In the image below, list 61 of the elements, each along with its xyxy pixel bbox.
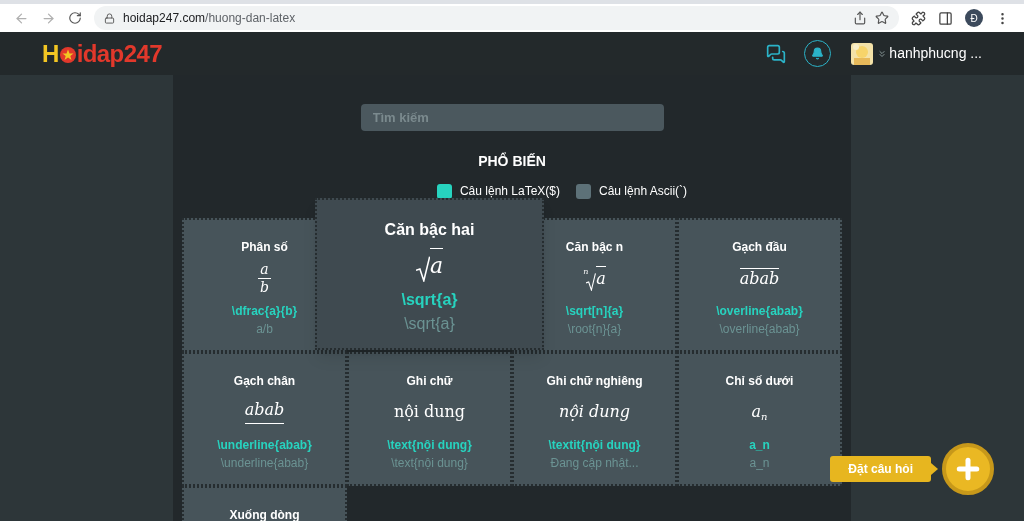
latex-command: \sqrt[n]{a} <box>565 303 624 320</box>
radical-sign-icon <box>415 256 431 282</box>
reload-icon[interactable] <box>68 11 82 25</box>
underline-formula: abab <box>244 400 285 424</box>
formula-card[interactable]: Gạch chân abab \underline{abab} \underline{abab} <box>182 352 347 486</box>
card-title: Ghi chữ <box>406 373 453 390</box>
url-text: hoidap247.com/huong-dan-latex <box>123 10 296 27</box>
card-title: Căn bậc n <box>565 239 624 256</box>
star-icon[interactable] <box>875 11 889 25</box>
share-icon[interactable] <box>853 11 867 25</box>
ascii-command: a_n <box>749 455 770 472</box>
ascii-command: \text{nội dung} <box>391 455 468 472</box>
formula-card[interactable]: Xuống dòng <box>182 486 347 521</box>
extensions-icon[interactable] <box>911 10 926 26</box>
square-root-formula: a <box>415 248 444 282</box>
side-panel-icon[interactable] <box>938 10 953 26</box>
text-formula: nội dung <box>393 401 466 423</box>
address-bar[interactable]: hoidap247.com/huong-dan-latex <box>94 6 899 30</box>
ascii-command: a/b <box>256 321 273 338</box>
username[interactable]: hanhphucng ... <box>889 43 982 64</box>
bell-icon <box>811 47 825 60</box>
formula-card[interactable]: Gạch đầu abab \overline{abab} \overline{abab} <box>677 218 842 352</box>
ascii-command: \underline{abab} <box>220 455 309 472</box>
latex-command: \underline{abab} <box>217 437 312 454</box>
latex-command: \overline{abab} <box>716 303 803 320</box>
latex-command: \textit{nội dung} <box>548 437 641 454</box>
formula-card[interactable]: Ghi chữ nội dung \text{nội dung} \text{nội dung} <box>347 352 512 486</box>
profile-avatar[interactable]: Đ <box>965 9 983 27</box>
card-title: Căn bậc hai <box>384 220 475 240</box>
latex-command: a_n <box>749 437 770 454</box>
label-pointer-icon <box>931 463 938 475</box>
radical-sign-icon <box>586 272 597 291</box>
mode-checkbox[interactable]: Câu lệnh LaTeX($) <box>436 182 560 200</box>
fraction-formula: a b <box>258 260 271 296</box>
section-title: PHỔ BIẾN <box>478 151 546 171</box>
nth-root-formula: n a <box>583 265 606 291</box>
ascii-command: \sqrt{a} <box>404 314 455 334</box>
star-icon <box>59 46 76 63</box>
card-title: Gạch chân <box>233 373 296 390</box>
chat-icon[interactable] <box>766 43 787 64</box>
site-logo[interactable]: H idap247 <box>42 35 162 72</box>
lock-icon <box>104 12 115 24</box>
card-title: Xuống dòng <box>229 507 300 521</box>
mode-checkbox[interactable]: Câu lệnh Ascii(`) <box>576 182 688 200</box>
subscript-formula: a$_{n}$ <box>751 401 768 424</box>
chevron-icon[interactable] <box>877 48 888 59</box>
formula-card[interactable]: Chỉ số dưới a$_{n}$ a_n a_n <box>677 352 842 486</box>
card-title: Phân số <box>241 239 288 256</box>
latex-command: \text{nội dung} <box>387 437 472 454</box>
overline-formula: abab <box>739 267 780 289</box>
italic-formula: nội dung <box>558 401 631 423</box>
ascii-command: Đang cập nhật... <box>550 455 639 472</box>
latex-command: \sqrt{a} <box>401 290 458 310</box>
latex-command: \dfrac{a}{b} <box>231 303 298 320</box>
formula-card[interactable]: Ghi chữ nghiêng nội dung \textit{nội dung} Đang cập nhật... <box>512 352 677 486</box>
card-title: Ghi chữ nghiêng <box>546 373 643 390</box>
card-title: Gạch đầu <box>732 239 787 256</box>
card-title: Chỉ số dưới <box>725 373 794 390</box>
ascii-command: \overline{abab} <box>719 321 800 338</box>
ascii-command: \root{n}{a} <box>567 321 622 338</box>
ask-question-button[interactable] <box>942 443 994 495</box>
